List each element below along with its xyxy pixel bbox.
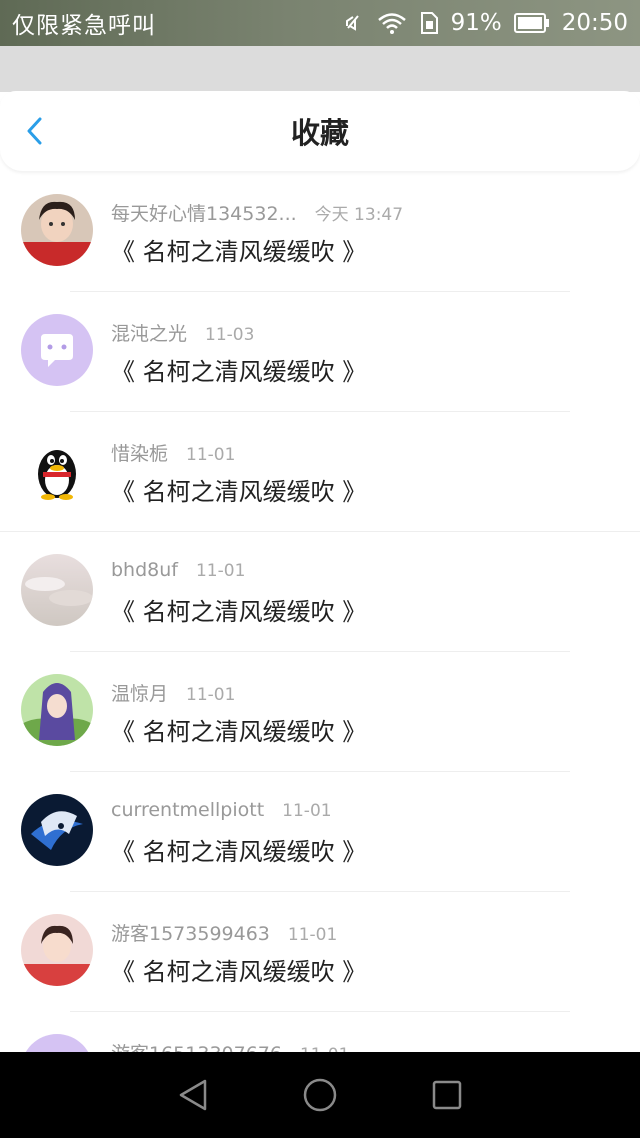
background-band: [0, 46, 640, 92]
clock: 20:50: [561, 10, 628, 36]
nav-bar: 收藏: [0, 91, 640, 171]
avatar[interactable]: [21, 914, 93, 986]
book-title: 《 名柯之清风缓缓吹 》: [111, 958, 367, 986]
timestamp: 11-01: [300, 1045, 349, 1052]
girl-photo-avatar-icon: [21, 914, 93, 986]
avatar[interactable]: [21, 314, 93, 386]
avatar[interactable]: [21, 434, 93, 506]
book-title: 《 名柯之清风缓缓吹 》: [111, 838, 367, 866]
list-item[interactable]: 惜染栀 11-01 《 名柯之清风缓缓吹 》: [0, 412, 640, 532]
sky-photo-avatar-icon: [21, 554, 93, 626]
recents-key[interactable]: [431, 1079, 463, 1111]
carrier-label: 仅限紧急呼叫: [12, 13, 156, 39]
status-bar: 仅限紧急呼叫 91% 20:50: [0, 0, 640, 46]
user-name: 惜染栀: [111, 443, 169, 465]
battery-icon: [513, 12, 550, 34]
avatar[interactable]: [21, 194, 93, 266]
timestamp: 11-01: [186, 445, 236, 465]
timestamp: 11-01: [186, 685, 236, 705]
item-meta: 游客16513307676 11-01: [111, 1039, 349, 1052]
book-title: 《 名柯之清风缓缓吹 》: [111, 598, 367, 626]
status-icons: 91% 20:50: [341, 10, 628, 36]
chevron-left-icon: [27, 117, 42, 145]
chat-bubble-avatar-icon: [21, 1034, 93, 1052]
back-button[interactable]: [18, 113, 54, 149]
list-item[interactable]: 游客1573599463 11-01 《 名柯之清风缓缓吹 》: [0, 892, 640, 1012]
item-meta: 惜染栀 11-01: [111, 439, 235, 466]
page-title: 收藏: [290, 116, 349, 150]
user-name: 温惊月: [111, 683, 169, 705]
mute-icon: [341, 11, 365, 35]
list-item[interactable]: 游客16513307676 11-01: [0, 1012, 640, 1052]
user-name: currentmellpiott: [111, 799, 265, 821]
user-name: bhd8uf: [111, 559, 178, 581]
item-meta: bhd8uf 11-01: [111, 559, 245, 581]
list-item[interactable]: 每天好心情134532... 今天 13:47 《 名柯之清风缓缓吹 》: [0, 172, 640, 292]
list-item[interactable]: currentmellpiott 11-01 《 名柯之清风缓缓吹 》: [0, 772, 640, 892]
book-title: 《 名柯之清风缓缓吹 》: [111, 238, 367, 266]
book-title: 《 名柯之清风缓缓吹 》: [111, 358, 367, 386]
timestamp: 今天 13:47: [314, 205, 404, 225]
timestamp: 11-03: [205, 325, 255, 345]
square-recents-icon: [433, 1080, 462, 1110]
anime-girl-avatar-icon: [21, 674, 93, 746]
item-meta: 游客1573599463 11-01: [111, 919, 337, 946]
avatar[interactable]: [21, 1034, 93, 1052]
back-key[interactable]: [177, 1078, 209, 1112]
item-meta: 混沌之光 11-03: [111, 319, 254, 346]
chat-bubble-avatar-icon: [21, 314, 93, 386]
list-item[interactable]: bhd8uf 11-01 《 名柯之清风缓缓吹 》: [0, 532, 640, 652]
item-meta: 每天好心情134532... 今天 13:47: [111, 199, 403, 226]
user-name: 游客1573599463: [111, 923, 270, 945]
list-item[interactable]: 温惊月 11-01 《 名柯之清风缓缓吹 》: [0, 652, 640, 772]
item-meta: currentmellpiott 11-01: [111, 799, 332, 821]
user-name: 混沌之光: [111, 323, 188, 345]
circle-home-icon: [303, 1078, 337, 1112]
book-title: 《 名柯之清风缓缓吹 》: [111, 478, 367, 506]
user-name: 游客16513307676: [111, 1043, 282, 1052]
timestamp: 11-01: [287, 925, 338, 945]
timestamp: 11-01: [282, 801, 332, 821]
list-item[interactable]: 混沌之光 11-03 《 名柯之清风缓缓吹 》: [0, 292, 640, 412]
timestamp: 11-01: [195, 561, 246, 581]
book-title: 《 名柯之清风缓缓吹 》: [111, 718, 367, 746]
triangle-back-icon: [179, 1079, 206, 1111]
wifi-icon: [377, 11, 407, 35]
avatar[interactable]: [21, 794, 93, 866]
home-key[interactable]: [302, 1077, 338, 1113]
avatar[interactable]: [21, 554, 93, 626]
girl-photo-avatar-icon: [21, 194, 93, 266]
item-meta: 温惊月 11-01: [111, 679, 235, 706]
favorites-list: 每天好心情134532... 今天 13:47 《 名柯之清风缓缓吹 》 混沌之光…: [0, 172, 640, 1052]
battery-percent: 91%: [450, 10, 502, 36]
qq-penguin-avatar-icon: [21, 434, 93, 506]
sim-icon: [419, 11, 439, 35]
user-name: 每天好心情134532...: [111, 203, 297, 225]
anime-blue-avatar-icon: [21, 794, 93, 866]
system-nav-bar: [0, 1052, 640, 1138]
avatar[interactable]: [21, 674, 93, 746]
